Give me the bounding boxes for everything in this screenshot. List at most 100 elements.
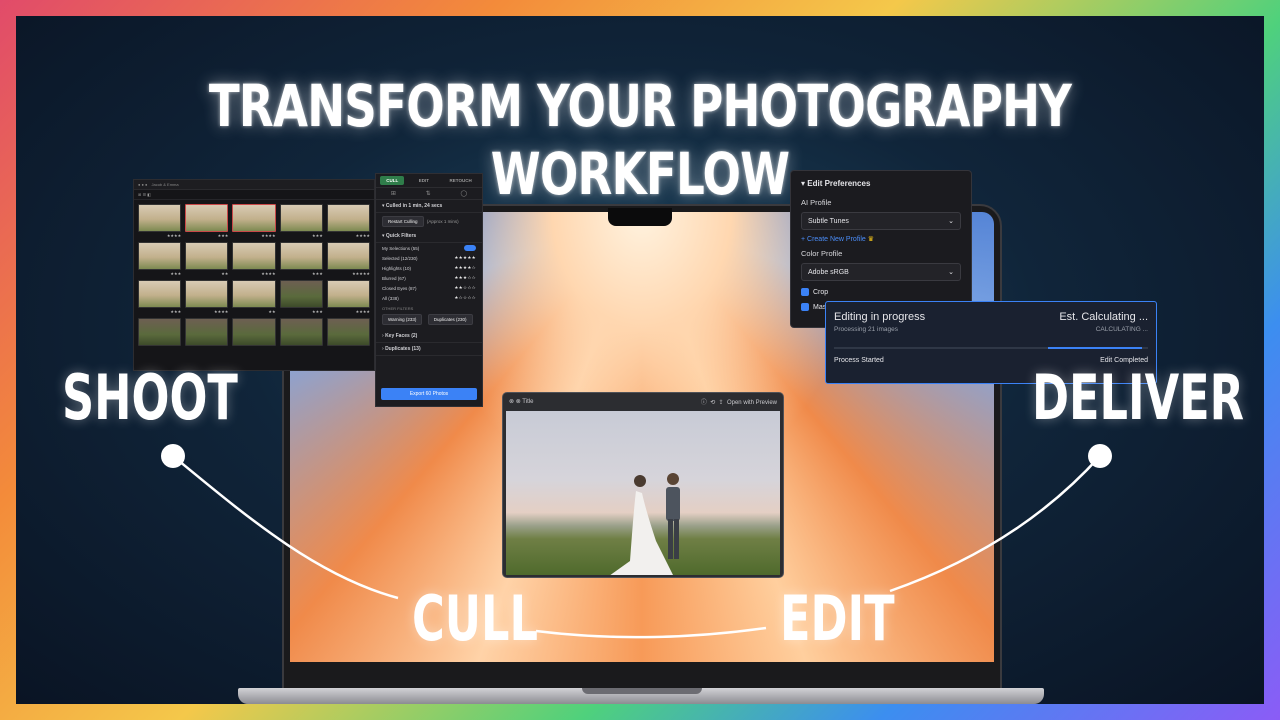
crown-icon: ♛ <box>867 236 875 243</box>
grid-thumbnail[interactable] <box>232 280 276 308</box>
grid-thumbnail[interactable] <box>138 242 182 270</box>
edit-label: EDIT <box>780 582 895 655</box>
rating-stars: ★☆☆☆☆ <box>454 295 476 300</box>
color-profile-select[interactable]: Adobe sRGB ⌄ <box>801 263 961 281</box>
filter-label: Blurred (67) <box>382 275 406 281</box>
progress-bar <box>834 347 1148 349</box>
grid-thumbnail[interactable] <box>279 242 323 270</box>
color-profile-label: Color Profile <box>801 249 843 258</box>
other-filters-label: OTHER FILTERS <box>382 306 414 311</box>
ai-profile-label: AI Profile <box>801 198 832 207</box>
checkbox-checked[interactable] <box>801 303 809 311</box>
filter-closed-eyes[interactable]: Closed Eyes (87) ★★☆☆☆ <box>376 283 482 293</box>
progress-subtitle: Processing 21 images <box>834 326 898 333</box>
filter-highlights[interactable]: Highlights (10) ★★★★☆ <box>376 263 482 273</box>
edit-prefs-title: Edit Preferences <box>807 179 871 188</box>
grid-thumbnail[interactable] <box>232 204 276 232</box>
progress-title: Editing in progress <box>834 311 926 323</box>
cull-grid-window: ● ● ● Jacob & Emma ⊞ ☰ ◧ ★★★★ ★★★ ★★★★ ★★… <box>133 179 375 371</box>
panel-tabs: CULL EDIT RETOUCH <box>376 174 482 188</box>
cull-label: CULL <box>412 582 538 655</box>
thumbnail-stage: TRANSFORM YOUR PHOTOGRAPHY WORKFLOW ● ● … <box>16 16 1264 704</box>
edit-prefs-header[interactable]: ▾ Edit Preferences <box>801 179 961 188</box>
progress-estimate: Est. Calculating ... <box>1059 311 1148 323</box>
circle-icon[interactable]: ◯ <box>460 190 467 197</box>
filter-selected[interactable]: Selected (12/230) ★★★★★ <box>376 253 482 263</box>
grid-thumbnail[interactable] <box>185 318 229 346</box>
grid-thumbnail[interactable] <box>232 318 276 346</box>
grid-thumbnail[interactable] <box>279 204 323 232</box>
quick-filters-label: Quick Filters <box>385 233 417 239</box>
open-with-preview-button[interactable]: Open with Preview <box>727 400 777 406</box>
shoot-node <box>161 444 185 468</box>
rating-stars: ★★★☆☆ <box>454 275 476 280</box>
export-photos-button[interactable]: Export 60 Photos <box>381 388 477 400</box>
share-icon[interactable]: ⇪ <box>719 400 724 406</box>
info-icon[interactable]: ⓘ <box>701 400 707 406</box>
cull-filter-bar: ⊞ ☰ ◧ <box>134 190 374 200</box>
preview-titlebar: ⊗ ⊗ Title ⓘ ⟲ ⇪ Open with Preview <box>503 393 783 409</box>
preview-title: Title <box>522 398 534 405</box>
progress-status: CALCULATING ... <box>1095 326 1148 333</box>
filter-label: My Selections (55) <box>382 245 420 251</box>
filter-blurred[interactable]: Blurred (67) ★★★☆☆ <box>376 273 482 283</box>
grid-thumbnail[interactable] <box>138 280 182 308</box>
color-profile-value: Adobe sRGB <box>808 268 849 276</box>
grid-thumbnail[interactable] <box>185 280 229 308</box>
grid-thumbnail[interactable] <box>138 318 182 346</box>
grid-thumbnail[interactable] <box>138 204 182 232</box>
filter-my-selections[interactable]: My Selections (55) <box>376 243 482 253</box>
approx-time: (Approx 1 mins) <box>426 219 459 224</box>
selections-toggle[interactable] <box>464 245 476 251</box>
preview-window: ⊗ ⊗ Title ⓘ ⟲ ⇪ Open with Preview <box>502 392 784 578</box>
duplicates-chip[interactable]: Duplicates (230) <box>427 314 473 325</box>
progress-bar-fill <box>1047 347 1142 349</box>
quick-filters-header[interactable]: ▾ Quick Filters <box>376 230 482 243</box>
warnings-chip[interactable]: Warning (233) <box>382 314 423 325</box>
tab-retouch[interactable]: RETOUCH <box>444 176 478 185</box>
ai-profile-select[interactable]: Subtle Tunes ⌄ <box>801 212 961 230</box>
grid-thumbnail[interactable] <box>185 242 229 270</box>
grid-thumbnail[interactable] <box>279 318 323 346</box>
panel-icon-row: ⊞ ⇅ ◯ <box>376 188 482 200</box>
crop-label: Crop <box>813 288 829 296</box>
close-icon[interactable]: ⊗ <box>509 399 514 405</box>
tab-cull[interactable]: CULL <box>380 176 405 185</box>
filter-label: Selected (12/230) <box>382 255 418 261</box>
duplicates-label: Duplicates (13) <box>385 346 421 352</box>
restart-culling-button[interactable]: Restart Culling <box>382 216 424 227</box>
cull-side-panel: CULL EDIT RETOUCH ⊞ ⇅ ◯ ▾ Culled in 1 mi… <box>375 173 483 407</box>
grid-icon[interactable]: ⊞ <box>391 190 396 197</box>
grid-thumbnail[interactable] <box>279 280 323 308</box>
grid-thumbnail[interactable] <box>326 242 370 270</box>
tab-edit[interactable]: EDIT <box>413 176 435 185</box>
process-started-label: Process Started <box>834 357 884 364</box>
ai-profile-value: Subtle Tunes <box>808 217 849 225</box>
wedding-photo <box>506 411 780 575</box>
checkbox-checked[interactable] <box>801 288 809 296</box>
grid-thumbnail[interactable] <box>326 318 370 346</box>
deliver-label: DELIVER <box>1032 361 1245 434</box>
crop-checkbox-row[interactable]: Crop <box>801 288 961 296</box>
grid-thumbnail[interactable] <box>326 280 370 308</box>
photo-grid: ★★★★ ★★★ ★★★★ ★★★ ★★★★ ★★★ ★★ ★★★★ ★★★ ★… <box>134 200 374 356</box>
grid-thumbnail[interactable] <box>326 204 370 232</box>
minimize-icon[interactable]: ⊗ <box>516 399 521 405</box>
key-faces-row[interactable]: › Key Faces (2) <box>376 330 482 343</box>
duplicates-row[interactable]: › Duplicates (13) <box>376 343 482 356</box>
filter-label: All (338) <box>382 295 399 301</box>
filter-label: Closed Eyes (87) <box>382 285 417 291</box>
cull-window-toolbar: ● ● ● Jacob & Emma <box>134 180 374 190</box>
grid-thumbnail[interactable] <box>232 242 276 270</box>
cull-summary-text: Culled in 1 min, 24 secs <box>385 203 443 209</box>
filter-all[interactable]: All (338) ★☆☆☆☆ <box>376 293 482 303</box>
key-faces-label: Key Faces (2) <box>385 333 418 339</box>
create-profile-text: + Create New Profile <box>801 236 866 243</box>
crop-icon[interactable]: ⇅ <box>426 190 431 197</box>
create-profile-link[interactable]: + Create New Profile ♛ <box>801 235 961 243</box>
grid-thumbnail[interactable] <box>185 204 229 232</box>
cull-summary: ▾ Culled in 1 min, 24 secs <box>376 200 482 213</box>
rating-stars: ★★★★☆ <box>454 265 476 270</box>
shoot-label: SHOOT <box>62 361 238 434</box>
rotate-icon[interactable]: ⟲ <box>710 400 715 406</box>
